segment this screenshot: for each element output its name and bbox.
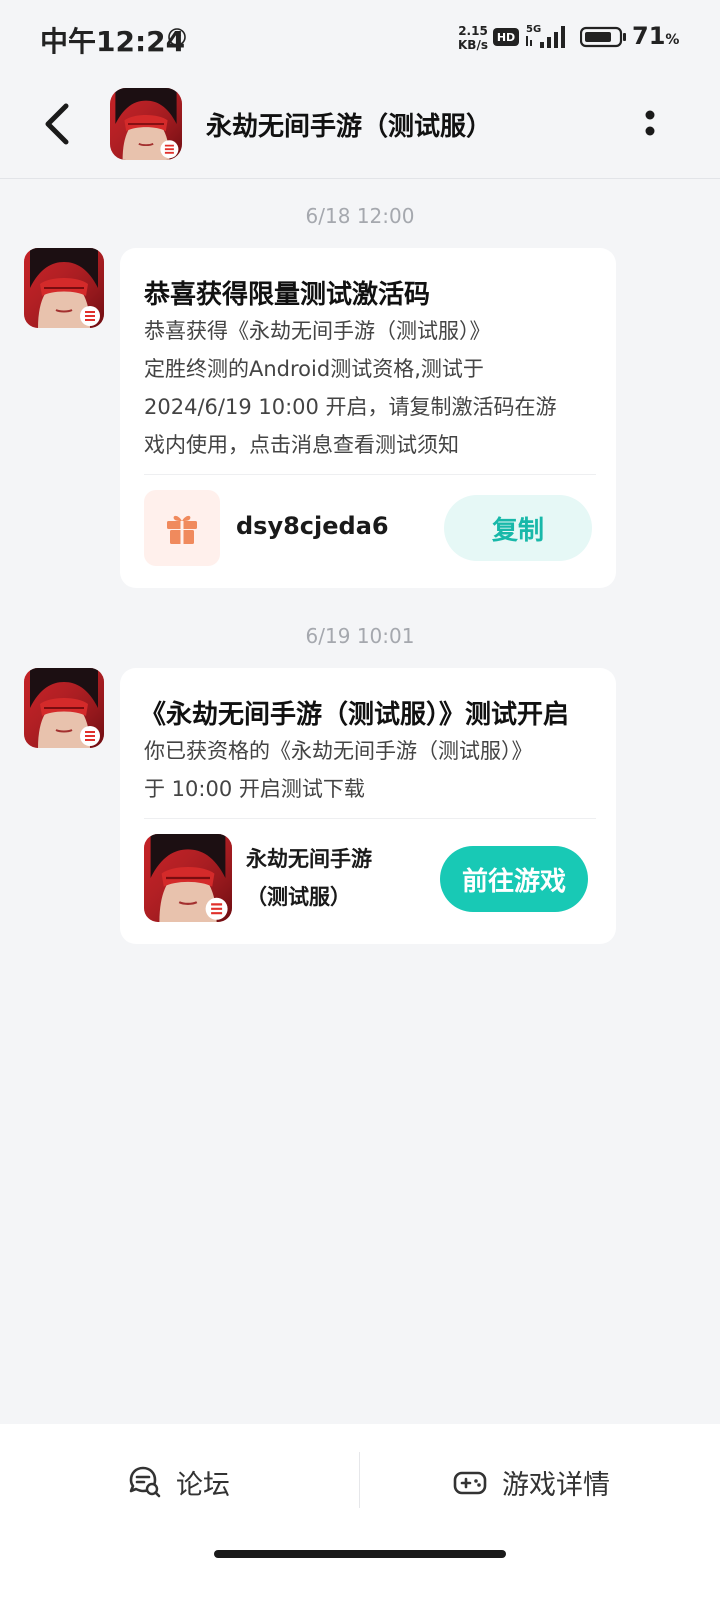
game-detail-tab[interactable]: 游戏详情 [452, 1452, 610, 1512]
card-title: 《永劫无间手游（测试服）》测试开启 [140, 700, 570, 730]
battery-icon [580, 26, 626, 48]
sender-avatar[interactable] [24, 248, 104, 328]
upload-icon [168, 28, 186, 46]
bottom-bar: 论坛 游戏详情 [0, 1424, 720, 1600]
signal-icon: 5G [526, 24, 565, 48]
tab-divider [359, 1452, 360, 1508]
game-name: 永劫无间手游 （测试服） [246, 847, 372, 909]
game-detail-label: 游戏详情 [502, 1469, 610, 1501]
test-open-card[interactable]: 《永劫无间手游（测试服）》测试开启 你已获资格的《永劫无间手游（测试服）》 于 … [120, 668, 616, 944]
forum-label: 论坛 [176, 1469, 230, 1501]
status-time: 中午12:24 [40, 25, 186, 58]
forum-icon [129, 1466, 161, 1498]
forum-tab[interactable]: 论坛 [126, 1452, 230, 1512]
more-options-button[interactable] [636, 104, 664, 144]
game-avatar[interactable] [110, 88, 182, 160]
divider [144, 474, 596, 475]
battery-percent: 71% [632, 22, 680, 50]
sender-avatar[interactable] [24, 668, 104, 748]
activation-code: dsy8cjeda6 [236, 512, 389, 540]
activation-code-card[interactable]: 恭喜获得限量测试激活码 恭喜获得《永劫无间手游（测试服）》 定胜终测的Andro… [120, 248, 616, 588]
message-timestamp: 6/18 12:00 [305, 204, 415, 228]
card-title: 恭喜获得限量测试激活码 [144, 280, 431, 310]
back-button[interactable] [36, 100, 84, 148]
network-type: 5G [526, 24, 541, 35]
header: 永劫无间手游（测试服） [0, 78, 720, 179]
message-timestamp: 6/19 10:01 [305, 624, 415, 648]
home-indicator[interactable] [214, 1550, 506, 1558]
hd-badge: HD [493, 28, 519, 46]
status-bar: 中午12:24 2.15 KB/s HD 5G 71% [0, 0, 720, 78]
go-to-game-button[interactable]: 前往游戏 [440, 846, 588, 912]
copy-button[interactable]: 复制 [444, 495, 592, 561]
gift-icon [144, 490, 220, 566]
net-speed: 2.15 KB/s [458, 24, 488, 52]
divider [144, 818, 596, 819]
card-body: 恭喜获得《永劫无间手游（测试服）》 定胜终测的Android测试资格,测试于 2… [144, 319, 557, 457]
gamepad-icon [453, 1471, 487, 1495]
page-title: 永劫无间手游（测试服） [206, 112, 493, 142]
game-thumbnail[interactable] [144, 834, 232, 922]
card-body: 你已获资格的《永劫无间手游（测试服）》 于 10:00 开启测试下载 [144, 739, 533, 801]
